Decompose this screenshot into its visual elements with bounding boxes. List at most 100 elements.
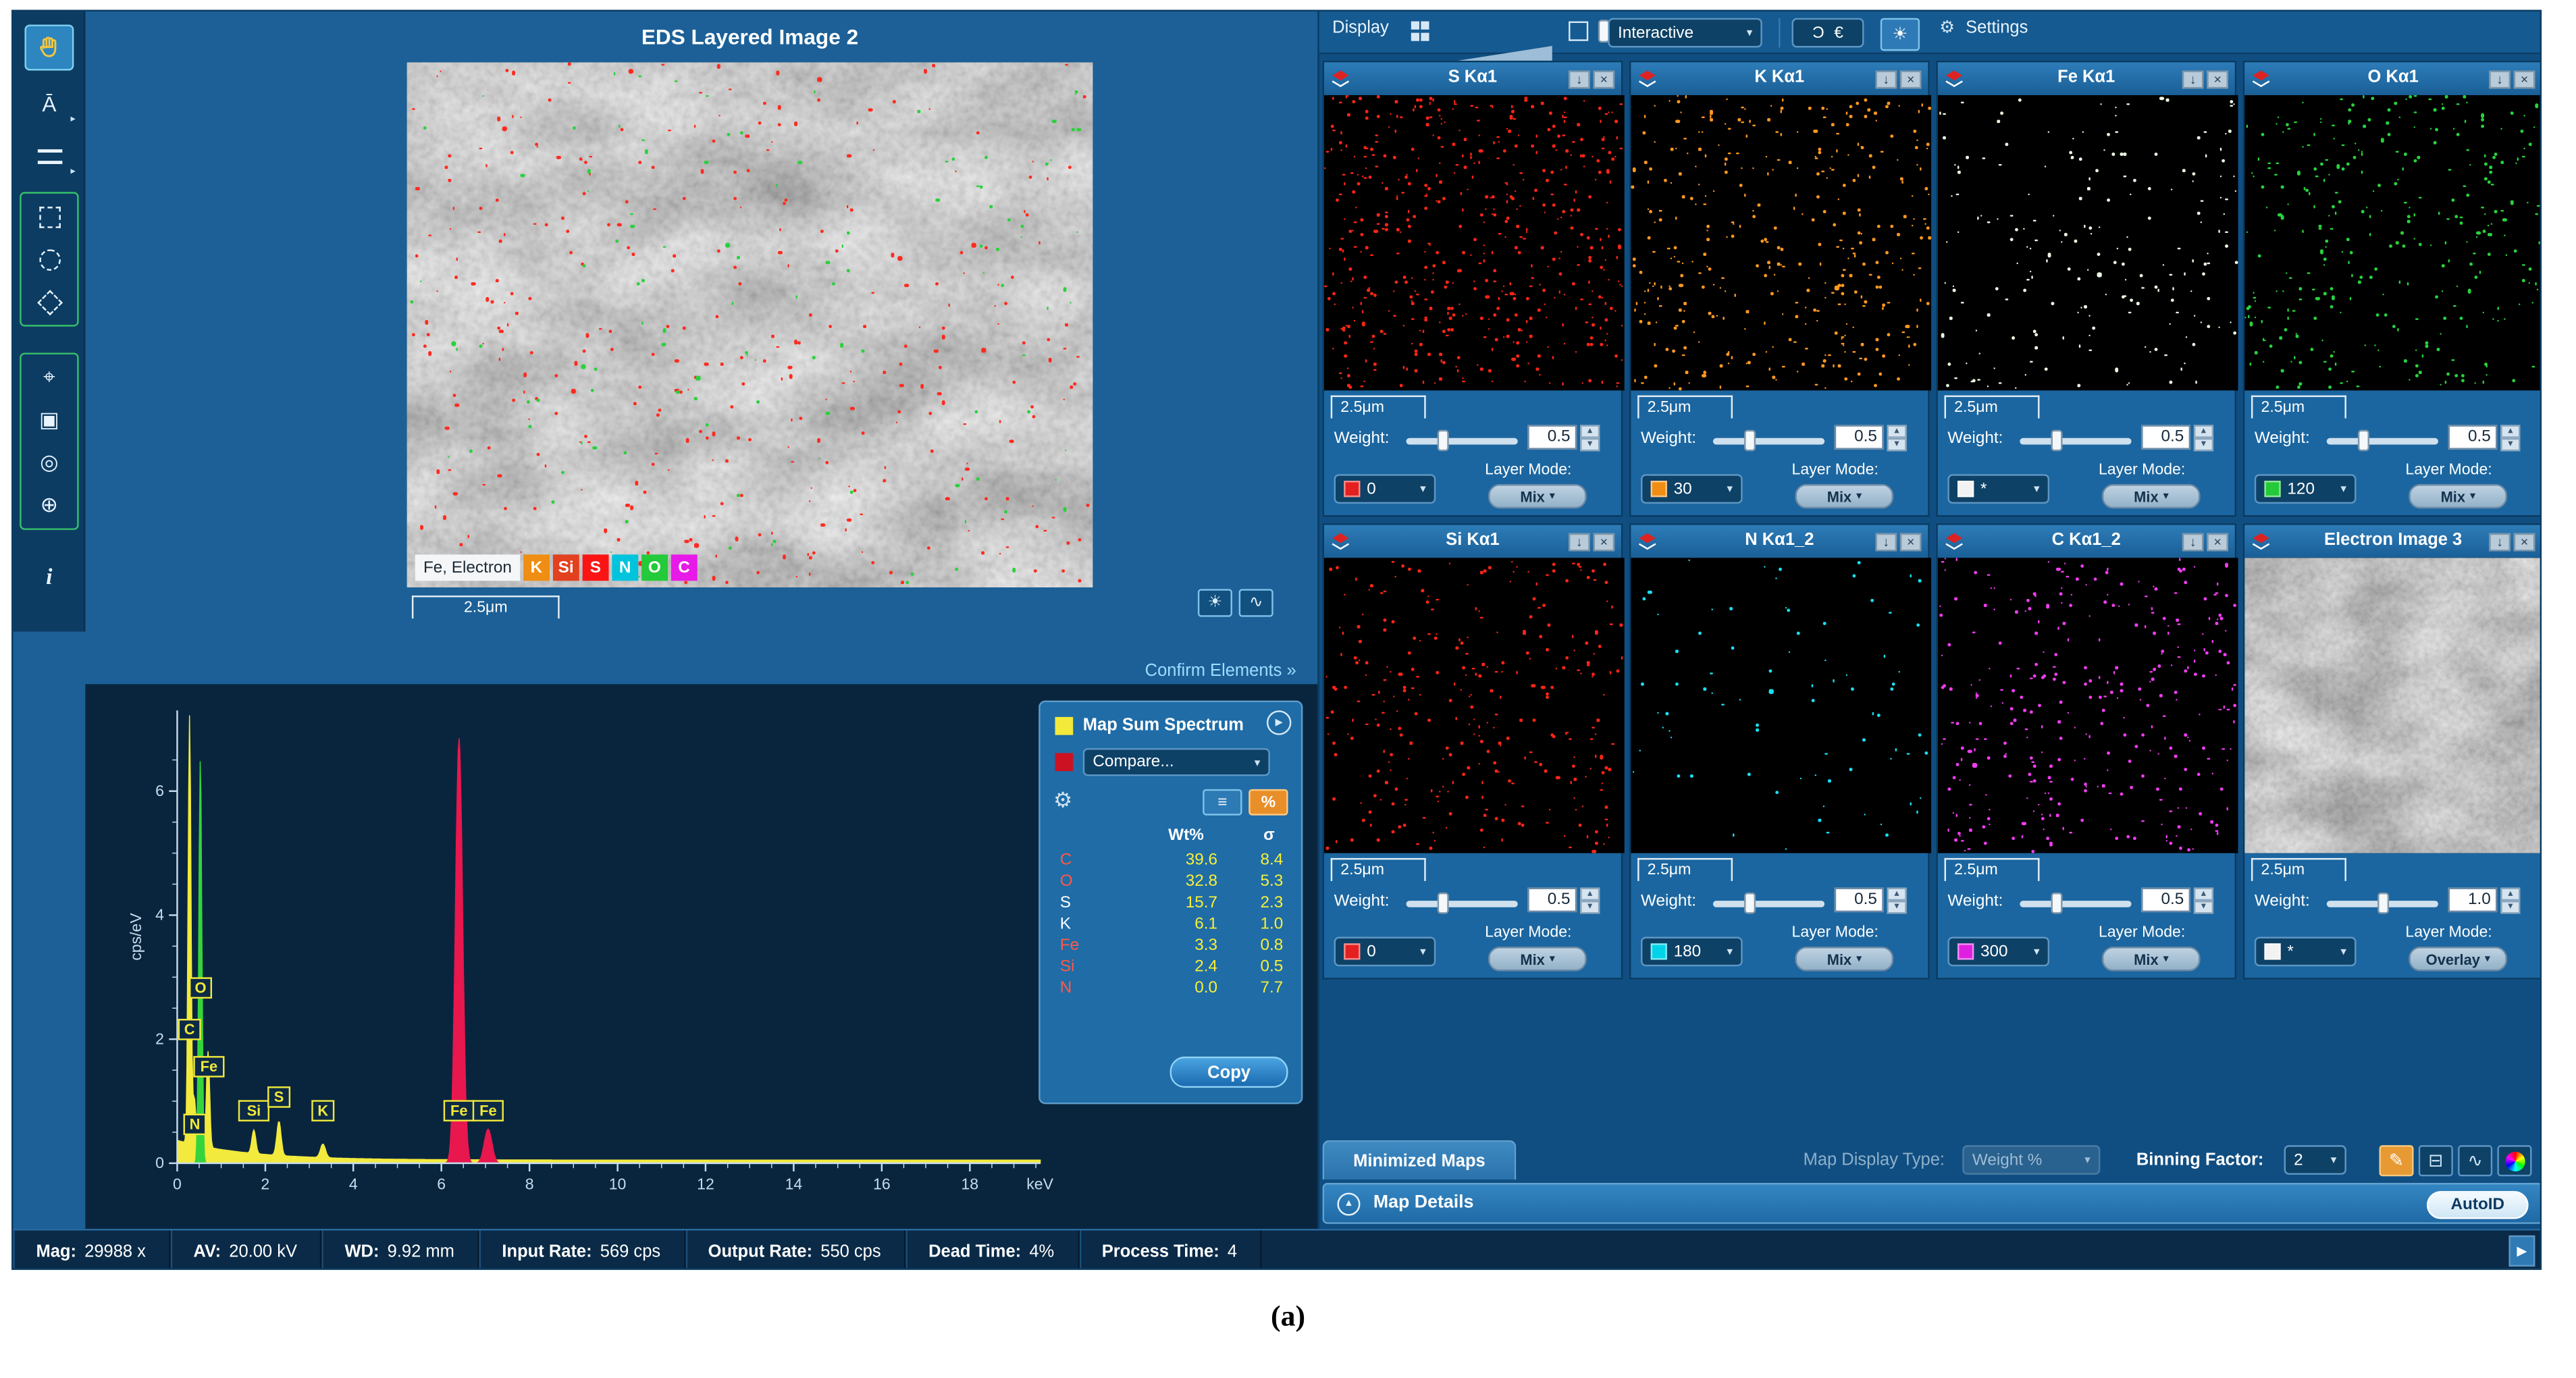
slider-thumb[interactable] xyxy=(1437,429,1449,452)
slider-thumb[interactable] xyxy=(2051,892,2063,914)
legend-chip-c[interactable]: C xyxy=(671,554,698,581)
element-map-image[interactable] xyxy=(1631,95,1932,391)
element-map-image[interactable] xyxy=(1631,558,1932,853)
legend-chip-s[interactable]: S xyxy=(582,554,609,581)
close-map-button[interactable]: × xyxy=(2207,533,2228,552)
levels-button[interactable]: ⊟ xyxy=(2418,1145,2453,1177)
electron-map-image[interactable] xyxy=(2244,558,2540,853)
slider-thumb[interactable] xyxy=(2377,892,2390,914)
map-color-dropdown[interactable]: * ▾ xyxy=(1947,474,2050,504)
gamma-tools-group[interactable]: Ɔ € xyxy=(1791,18,1864,48)
close-map-button[interactable]: × xyxy=(1899,70,1922,89)
palette-button[interactable] xyxy=(2497,1145,2532,1177)
map-tile-header[interactable]: K Kα1 ↓ × xyxy=(1631,62,1928,95)
confirm-elements-link[interactable]: Confirm Elements » xyxy=(1080,661,1296,681)
select-ellipse-tool-button[interactable] xyxy=(28,241,70,277)
weight-stepper[interactable]: ▴ ▾ xyxy=(2500,425,2521,452)
close-map-button[interactable]: × xyxy=(1593,70,1615,89)
slider-thumb[interactable] xyxy=(1744,429,1756,452)
minimized-maps-tab[interactable]: Minimized Maps xyxy=(1322,1140,1517,1180)
curve-view-button[interactable]: ∿ xyxy=(1238,589,1273,617)
legend-chip-n[interactable]: N xyxy=(612,554,639,581)
element-map-image[interactable] xyxy=(1324,558,1625,853)
slider-thumb[interactable] xyxy=(1744,892,1756,914)
gear-icon[interactable]: ⚙ xyxy=(1053,787,1072,814)
eds-spectrum-chart[interactable]: 0 2 4 6 8 10 12 14 16 18 keV 0 2 4 6 cps/eV C O Fe N Si S K Fe F… xyxy=(122,701,1057,1206)
layer-mode-dropdown[interactable]: Mix ▾ xyxy=(1795,483,1894,509)
weight-value[interactable]: 0.5 xyxy=(2141,425,2191,450)
element-map-image[interactable] xyxy=(1324,95,1625,391)
map-tile-header[interactable]: C Kα1_2 ↓ × xyxy=(1937,525,2235,558)
map-tile-header[interactable]: S Kα1 ↓ × xyxy=(1324,62,1621,95)
weight-stepper[interactable]: ▴ ▾ xyxy=(1580,425,1600,452)
info-button[interactable]: i xyxy=(24,556,74,602)
element-map-image[interactable] xyxy=(2244,95,2540,391)
map-tile-header[interactable]: Fe Kα1 ↓ × xyxy=(1937,62,2235,95)
edit-maps-button[interactable]: ✎ xyxy=(2379,1145,2414,1177)
map-tile-header[interactable]: Si Kα1 ↓ × xyxy=(1324,525,1621,558)
grid-size-icon[interactable] xyxy=(1411,21,1433,43)
pan-tool-button[interactable] xyxy=(24,24,74,71)
save-map-button[interactable]: ↓ xyxy=(1875,70,1897,89)
weight-slider[interactable] xyxy=(2326,429,2438,452)
save-map-button[interactable]: ↓ xyxy=(1569,533,1590,552)
layer-mode-dropdown[interactable]: Mix ▾ xyxy=(1795,947,1894,972)
close-map-button[interactable]: × xyxy=(1899,533,1922,552)
legend-chip-fe-electron[interactable]: Fe, Electron xyxy=(415,554,521,581)
legend-chip-k[interactable]: K xyxy=(523,554,550,581)
add-analysis-button[interactable]: ⊕ xyxy=(28,487,70,523)
weight-slider[interactable] xyxy=(2020,429,2132,452)
save-map-button[interactable]: ↓ xyxy=(2182,70,2204,89)
weight-stepper[interactable]: ▴ ▾ xyxy=(2193,887,2214,914)
interaction-mode-dropdown[interactable]: Interactive ▾ xyxy=(1608,18,1762,48)
close-map-button[interactable]: × xyxy=(2513,70,2535,89)
close-map-button[interactable]: × xyxy=(2207,70,2228,89)
layer-mode-dropdown[interactable]: Mix ▾ xyxy=(2101,947,2201,972)
tile-size-slider[interactable] xyxy=(1447,20,1610,63)
legend-chip-si[interactable]: Si xyxy=(552,554,579,581)
weight-stepper[interactable]: ▴ ▾ xyxy=(1580,887,1600,914)
weight-slider[interactable] xyxy=(1712,892,1825,914)
weight-stepper[interactable]: ▴ ▾ xyxy=(2193,425,2214,452)
copy-button[interactable]: Copy xyxy=(1169,1056,1288,1088)
scroll-right-button[interactable]: ▶ xyxy=(2508,1235,2535,1267)
layered-sem-image[interactable]: Fe, Electron K Si S N O C xyxy=(406,62,1093,587)
weight-value[interactable]: 0.5 xyxy=(2448,425,2498,450)
weight-slider[interactable] xyxy=(1406,429,1518,452)
layer-mode-dropdown[interactable]: Overlay ▾ xyxy=(2409,947,2508,972)
weight-value[interactable]: 0.5 xyxy=(1527,887,1577,913)
weight-stepper[interactable]: ▴ ▾ xyxy=(1887,425,1907,452)
slider-thumb[interactable] xyxy=(2357,429,2369,452)
slider-thumb[interactable] xyxy=(1437,892,1449,914)
map-color-dropdown[interactable]: 300 ▾ xyxy=(1947,936,2050,967)
slider-thumb[interactable] xyxy=(2051,429,2063,452)
brightness-contrast-button[interactable]: ☀ xyxy=(1197,589,1232,617)
brightness-button[interactable]: ☀ xyxy=(1880,18,1920,51)
gear-icon[interactable]: ⚙ xyxy=(1939,18,1955,38)
save-map-button[interactable]: ↓ xyxy=(1569,70,1590,89)
annotation-tool-button[interactable]: Ā ▸ xyxy=(24,80,75,126)
save-map-button[interactable]: ↓ xyxy=(2182,533,2204,552)
single-map-icon[interactable] xyxy=(1569,21,1589,41)
percent-view-toggle[interactable]: % xyxy=(1248,789,1288,816)
element-map-image[interactable] xyxy=(1937,558,2238,853)
curve-button[interactable]: ∿ xyxy=(2458,1145,2493,1177)
map-tile-header[interactable]: N Kα1_2 ↓ × xyxy=(1631,525,1928,558)
legend-chip-o[interactable]: O xyxy=(641,554,668,581)
weight-value[interactable]: 0.5 xyxy=(1834,425,1884,450)
point-analysis-button[interactable]: ⌖ xyxy=(28,359,70,395)
map-color-dropdown[interactable]: * ▾ xyxy=(2254,936,2357,967)
map-color-dropdown[interactable]: 0 ▾ xyxy=(1334,936,1436,967)
weight-value[interactable]: 0.5 xyxy=(1527,425,1577,450)
element-map-image[interactable] xyxy=(1937,95,2238,391)
weight-value[interactable]: 1.0 xyxy=(2448,887,2498,913)
weight-value[interactable]: 0.5 xyxy=(2141,887,2191,913)
save-map-button[interactable]: ↓ xyxy=(2489,70,2511,89)
weight-stepper[interactable]: ▴ ▾ xyxy=(1887,887,1907,914)
close-map-button[interactable]: × xyxy=(2513,533,2535,552)
list-view-toggle[interactable]: ≡ xyxy=(1203,789,1242,816)
settings-label[interactable]: Settings xyxy=(1966,18,2028,38)
close-map-button[interactable]: × xyxy=(1593,533,1615,552)
layer-mode-dropdown[interactable]: Mix ▾ xyxy=(2409,483,2508,509)
map-display-type-dropdown[interactable]: Weight % ▾ xyxy=(1962,1145,2101,1175)
